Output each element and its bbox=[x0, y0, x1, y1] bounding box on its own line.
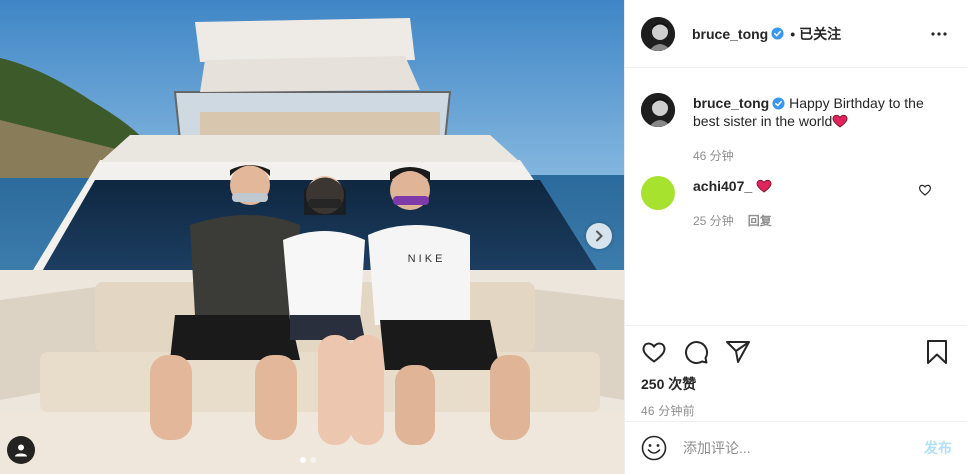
caption-author-avatar[interactable] bbox=[641, 93, 675, 127]
post-header: bruce_tong • 已关注 bbox=[625, 0, 967, 68]
caption-item: bruce_tong Happy Birthday to the best si… bbox=[641, 85, 952, 164]
red-heart-emoji-icon bbox=[756, 179, 772, 193]
following-button[interactable]: 已关注 bbox=[799, 24, 841, 44]
commenter-avatar[interactable] bbox=[641, 176, 675, 210]
chevron-right-icon bbox=[596, 230, 603, 242]
tagged-users-button[interactable] bbox=[7, 436, 35, 464]
save-bookmark-icon[interactable] bbox=[924, 339, 950, 365]
more-dots-icon bbox=[931, 31, 947, 36]
red-heart-emoji-icon bbox=[832, 114, 848, 128]
comment-input[interactable] bbox=[683, 440, 924, 456]
follow-separator: • bbox=[790, 25, 796, 42]
comment-like-heart-icon[interactable] bbox=[918, 183, 932, 197]
more-options-button[interactable] bbox=[927, 22, 951, 46]
comment-time[interactable]: 25 分钟 bbox=[693, 212, 734, 229]
carousel-indicator bbox=[300, 457, 316, 463]
carousel-next-button[interactable] bbox=[586, 223, 612, 249]
carousel-dot-active bbox=[300, 457, 306, 463]
post-side-panel: bruce_tong • 已关注 bruce_tong Happy Birthd… bbox=[624, 0, 967, 474]
author-avatar[interactable] bbox=[641, 16, 675, 51]
emoji-smiley-icon[interactable] bbox=[641, 435, 667, 461]
likes-count[interactable]: 250 次赞 bbox=[641, 374, 952, 394]
share-paper-plane-icon[interactable] bbox=[725, 339, 751, 365]
shirt-text: N I K E bbox=[408, 253, 443, 265]
reply-button[interactable]: 回复 bbox=[748, 212, 772, 229]
comments-list: bruce_tong Happy Birthday to the best si… bbox=[625, 69, 967, 324]
comment-item: achi407_ 25 分钟 回复 bbox=[641, 168, 952, 229]
comment-username[interactable]: achi407_ bbox=[693, 178, 752, 194]
verified-badge-icon bbox=[771, 27, 784, 40]
author-username[interactable]: bruce_tong bbox=[692, 26, 768, 42]
caption-username[interactable]: bruce_tong bbox=[693, 95, 769, 111]
post-actions: 250 次赞 46 分钟前 bbox=[625, 325, 967, 419]
post-timestamp[interactable]: 46 分钟前 bbox=[641, 402, 952, 419]
post-comment-button[interactable]: 发布 bbox=[924, 438, 952, 458]
verified-badge-icon bbox=[772, 97, 785, 110]
comment-bubble-icon[interactable] bbox=[683, 339, 709, 365]
post-dialog: N I K E bruce_tong • 已关注 bruce_tong Happ… bbox=[0, 0, 967, 474]
profile-photo bbox=[641, 93, 675, 127]
photo-scene: N I K E bbox=[0, 0, 624, 474]
profile-photo bbox=[641, 16, 675, 51]
carousel-dot bbox=[310, 457, 316, 463]
post-photo: N I K E bbox=[0, 0, 624, 474]
user-icon bbox=[15, 444, 27, 457]
caption-time[interactable]: 46 分钟 bbox=[693, 147, 734, 164]
add-comment-bar: 发布 bbox=[625, 421, 967, 474]
like-heart-icon[interactable] bbox=[641, 339, 667, 365]
